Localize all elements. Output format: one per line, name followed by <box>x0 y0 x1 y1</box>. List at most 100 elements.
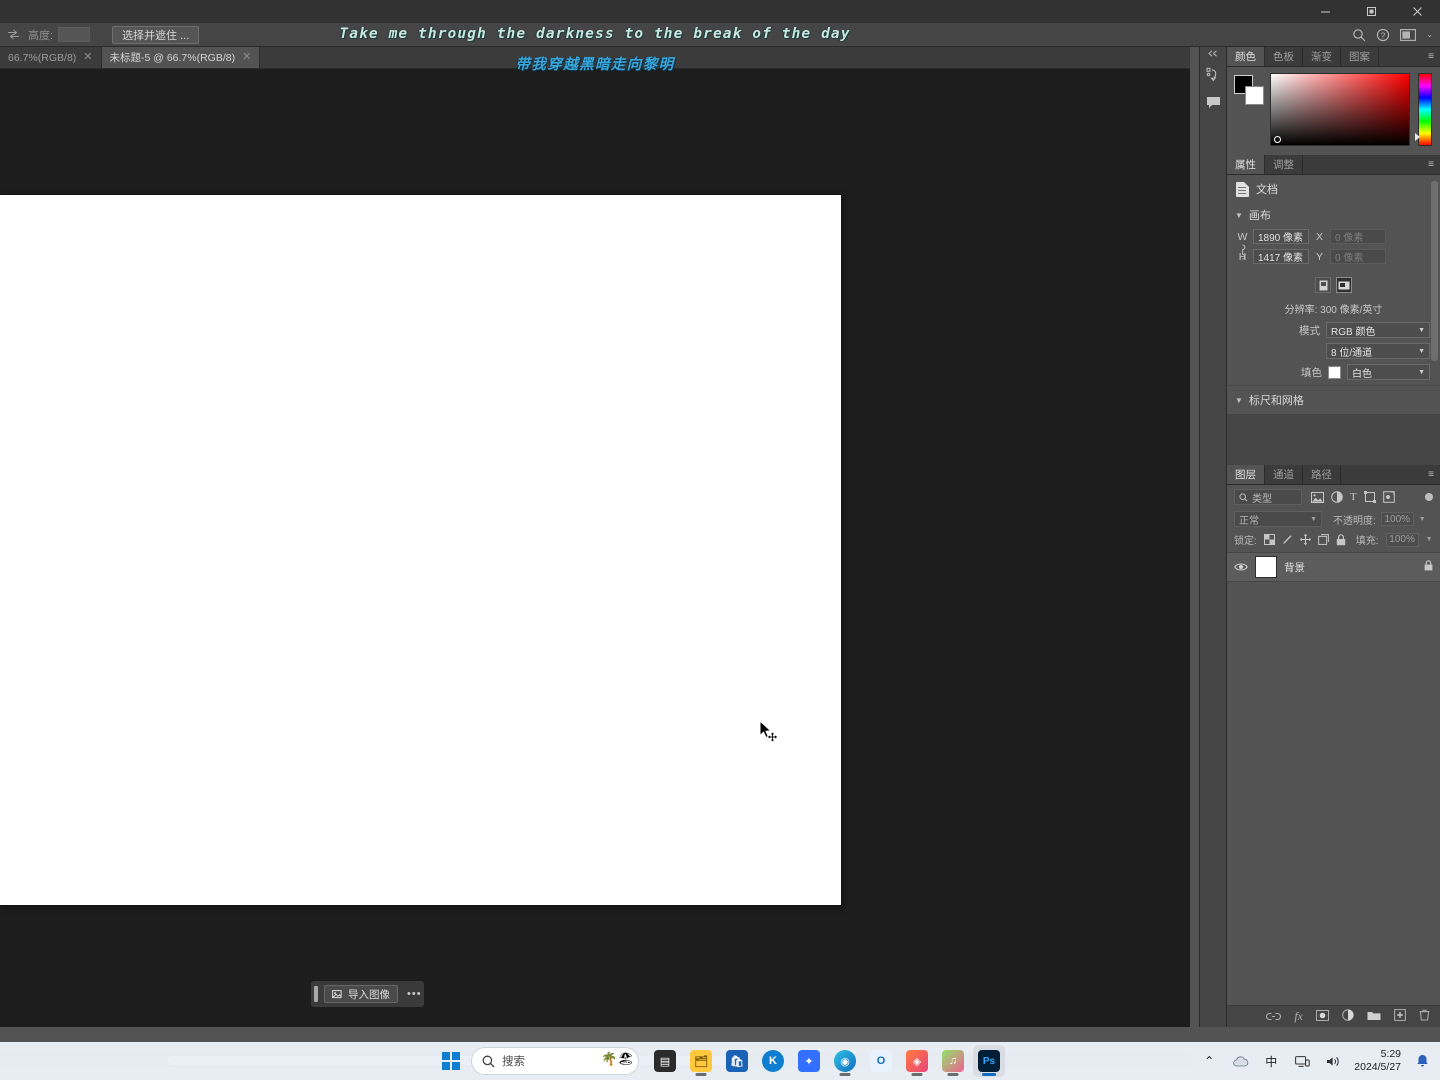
height-input[interactable]: 1417 像素 <box>1253 249 1309 264</box>
chevron-down-icon[interactable]: ⌄ <box>1426 30 1433 39</box>
collapse-panels-icon[interactable] <box>1200 47 1226 60</box>
taskbar-app-creative-cloud[interactable]: ◈ <box>901 1045 933 1077</box>
import-more-button[interactable]: ••• <box>407 988 422 1000</box>
lock-position-icon[interactable] <box>1299 534 1311 545</box>
smartobject-filter-icon[interactable] <box>1382 491 1395 503</box>
taskbar-app-photoshop[interactable]: Ps <box>973 1045 1005 1077</box>
adjustment-icon[interactable] <box>1342 1008 1354 1026</box>
layer-row-background[interactable]: 背景 <box>1227 552 1440 582</box>
filter-toggle-switch[interactable] <box>1425 493 1433 501</box>
toolbar-drag-handle[interactable] <box>314 986 318 1002</box>
taskbar-clock[interactable]: 5:29 2024/5/27 <box>1354 1048 1401 1074</box>
tab-paths[interactable]: 路径 <box>1303 465 1341 484</box>
x-input[interactable]: 0 像素 <box>1330 229 1386 244</box>
swap-arrows-icon[interactable] <box>0 29 26 40</box>
properties-panel-scrollbar[interactable] <box>1431 181 1438 361</box>
select-and-mask-button[interactable]: 选择并遮住 ... <box>112 25 200 44</box>
chevron-down-icon[interactable]: ▼ <box>1310 516 1317 523</box>
delete-icon[interactable] <box>1419 1008 1430 1026</box>
tray-overflow-icon[interactable]: ⌃ <box>1199 1051 1219 1071</box>
layer-visibility-eye-icon[interactable] <box>1234 562 1248 572</box>
layer-filter-type-select[interactable]: 类型 <box>1234 489 1302 505</box>
foreground-background-swatches[interactable] <box>1234 75 1264 105</box>
height-input[interactable] <box>58 27 91 42</box>
link-icon[interactable] <box>1266 1008 1282 1026</box>
bit-depth-select[interactable]: 8 位/通道 ▼ <box>1326 343 1430 359</box>
taskbar-app-outlook[interactable]: O <box>865 1045 897 1077</box>
fill-select[interactable]: 白色 ▼ <box>1347 364 1430 380</box>
help-icon[interactable]: ? <box>1376 28 1390 42</box>
link-dimensions-icon[interactable] <box>1238 243 1247 264</box>
taskbar-app-task-view[interactable]: ▤ <box>649 1045 681 1077</box>
import-image-button[interactable]: 导入图像 <box>324 985 398 1003</box>
color-cursor[interactable] <box>1274 136 1281 143</box>
blend-mode-select[interactable]: 正常 ▼ <box>1234 511 1322 527</box>
layer-thumbnail[interactable] <box>1255 556 1277 578</box>
minimize-button[interactable] <box>1302 0 1348 23</box>
layers-panel-menu-icon[interactable]: ≡ <box>1428 465 1440 484</box>
taskbar-app-kingsoft[interactable]: K <box>757 1045 789 1077</box>
y-input[interactable]: 0 像素 <box>1330 249 1386 264</box>
fill-value[interactable]: 100% <box>1385 532 1419 547</box>
chevron-down-icon[interactable]: ▼ <box>1418 327 1425 334</box>
type-filter-icon[interactable]: T <box>1350 491 1357 503</box>
tab-adjustments[interactable]: 调整 <box>1265 155 1303 174</box>
volume-icon[interactable] <box>1323 1051 1343 1071</box>
onedrive-icon[interactable] <box>1230 1051 1250 1071</box>
restore-button[interactable] <box>1348 0 1394 23</box>
search-icon[interactable] <box>1352 28 1366 42</box>
fx-icon[interactable]: fx <box>1294 1009 1303 1024</box>
group-icon[interactable] <box>1367 1008 1381 1026</box>
lock-image-pixels-icon[interactable] <box>1282 534 1293 545</box>
shape-filter-icon[interactable] <box>1363 491 1376 503</box>
opacity-value[interactable]: 100% <box>1380 512 1414 526</box>
taskbar-app-feishu[interactable]: ✦ <box>793 1045 825 1077</box>
hue-slider-handle[interactable] <box>1415 133 1420 141</box>
history-icon[interactable] <box>1200 60 1226 88</box>
background-color-swatch[interactable] <box>1245 86 1264 105</box>
new-layer-icon[interactable] <box>1394 1008 1406 1026</box>
tab-swatches[interactable]: 色板 <box>1265 47 1303 66</box>
canvas-sheet[interactable] <box>0 195 841 905</box>
tab-gradients[interactable]: 渐变 <box>1303 47 1341 66</box>
color-mode-select[interactable]: RGB 颜色 ▼ <box>1326 322 1430 338</box>
tab-color[interactable]: 颜色 <box>1227 47 1265 66</box>
adjustment-filter-icon[interactable] <box>1331 491 1343 503</box>
pixel-filter-icon[interactable] <box>1311 491 1324 503</box>
ime-indicator[interactable]: 中 <box>1261 1051 1281 1071</box>
taskbar-app-edge[interactable]: ◉ <box>829 1045 861 1077</box>
saturation-value-field[interactable] <box>1270 73 1410 146</box>
properties-panel-menu-icon[interactable]: ≡ <box>1428 155 1440 174</box>
document-tab-2[interactable]: 未标题-5 @ 66.7%(RGB/8) ✕ <box>101 47 261 68</box>
layer-locked-icon[interactable] <box>1424 558 1433 576</box>
portrait-orientation-button[interactable] <box>1315 277 1331 293</box>
taskbar-app-douyin[interactable]: ♫ <box>937 1045 969 1077</box>
chevron-down-icon[interactable]: ▼ <box>1418 369 1425 376</box>
tab-patterns[interactable]: 图案 <box>1341 47 1379 66</box>
rulers-grid-section-header[interactable]: ▼ 标尺和网格 <box>1227 385 1440 414</box>
close-icon[interactable]: ✕ <box>83 52 92 63</box>
network-icon[interactable] <box>1292 1051 1312 1071</box>
lock-transparent-pixels-icon[interactable] <box>1263 534 1275 545</box>
chevron-down-icon[interactable]: ▼ <box>1235 211 1243 220</box>
close-icon[interactable]: ✕ <box>242 52 251 63</box>
taskbar-app-file-explorer[interactable]: 🗂 <box>685 1045 717 1077</box>
lock-all-icon[interactable] <box>1336 533 1346 546</box>
document-canvas-area[interactable]: 导入图像 ••• <box>0 69 1190 1027</box>
landscape-orientation-button[interactable] <box>1336 277 1352 293</box>
close-button[interactable] <box>1394 0 1440 23</box>
workspace-icon[interactable] <box>1400 28 1417 41</box>
comment-icon[interactable] <box>1200 88 1226 116</box>
chevron-down-icon[interactable]: ▼ <box>1418 348 1425 355</box>
hue-slider[interactable] <box>1415 73 1432 146</box>
chevron-down-icon[interactable]: ▼ <box>1235 396 1243 405</box>
fill-color-swatch[interactable] <box>1328 365 1341 379</box>
opacity-stepper-icon[interactable]: ▼ <box>1419 516 1426 523</box>
fill-stepper-icon[interactable]: ▼ <box>1426 536 1433 543</box>
start-button[interactable] <box>435 1045 467 1077</box>
tab-channels[interactable]: 通道 <box>1265 465 1303 484</box>
tab-properties[interactable]: 属性 <box>1227 155 1265 174</box>
mask-icon[interactable] <box>1316 1008 1329 1026</box>
taskbar-app-microsoft-store[interactable]: 🛍 <box>721 1045 753 1077</box>
bell-icon[interactable] <box>1412 1051 1432 1071</box>
